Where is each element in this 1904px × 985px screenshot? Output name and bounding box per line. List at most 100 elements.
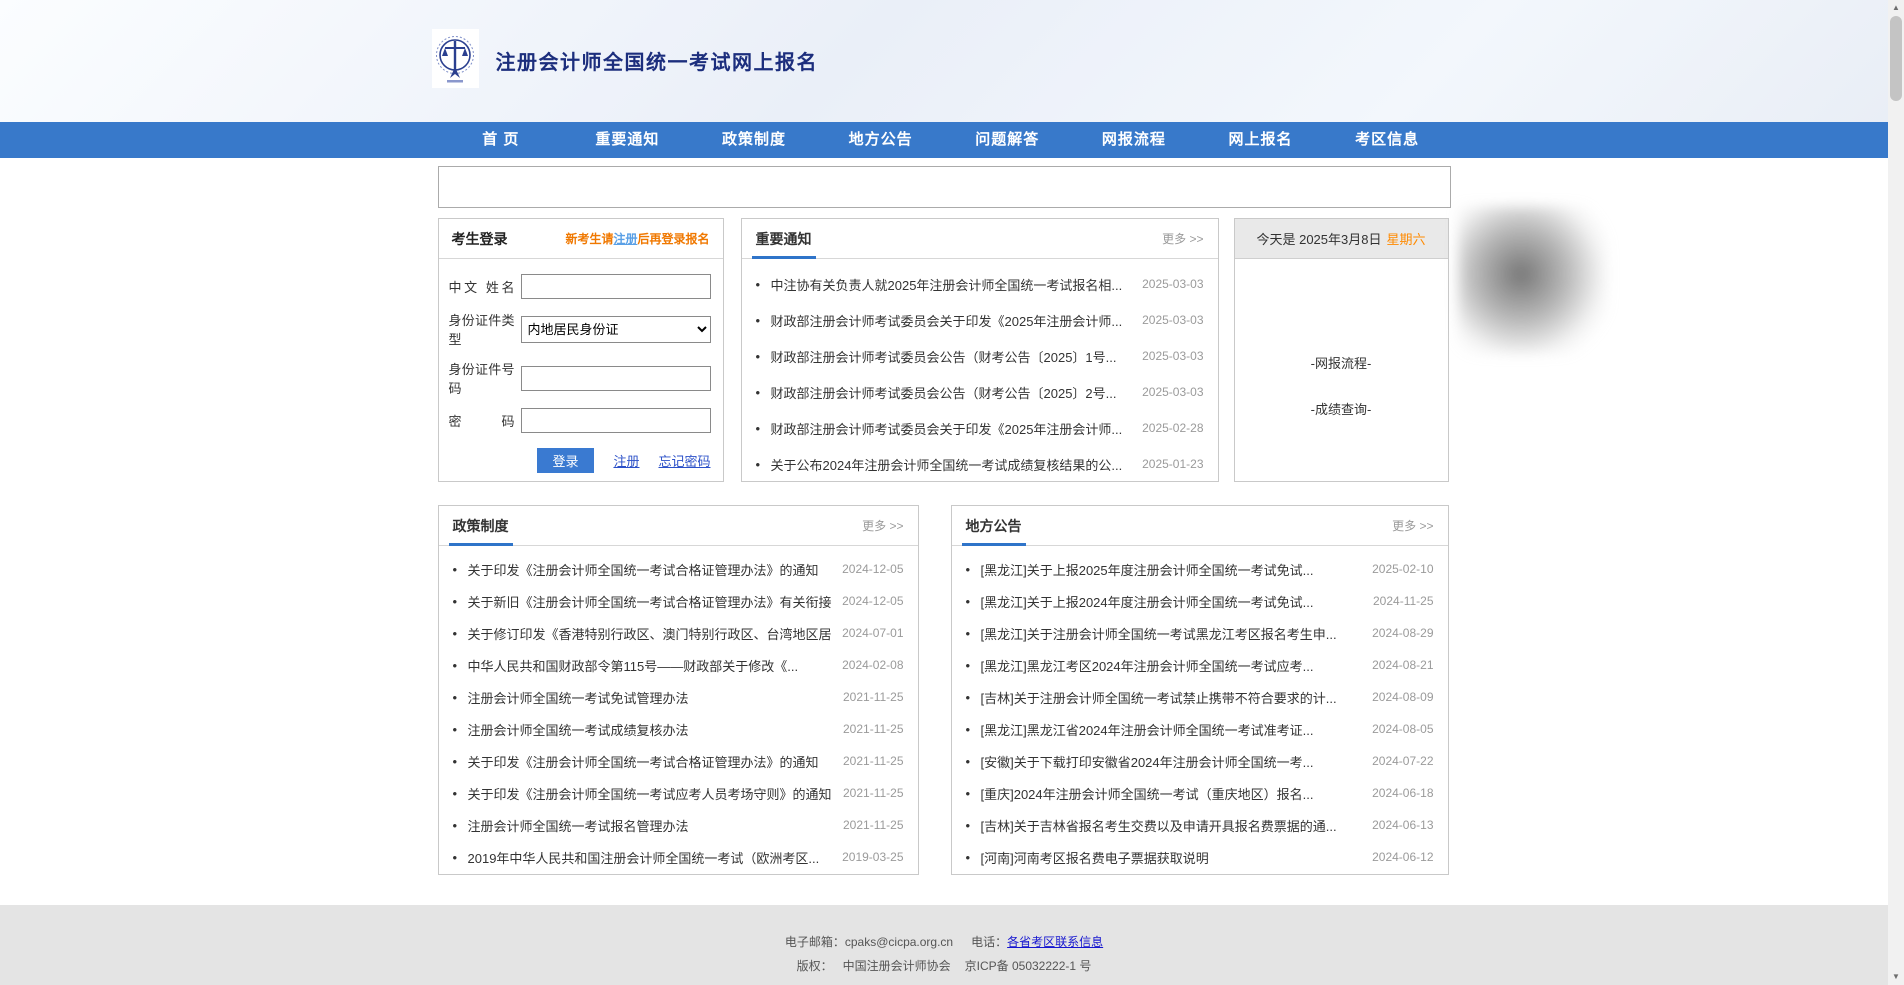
password-input[interactable]	[521, 408, 711, 433]
policies-title-underline	[449, 543, 513, 546]
site-title: 注册会计师全国统一考试网上报名	[496, 46, 819, 75]
local-announcements-panel: 地方公告 更多 >> • [黑龙江]关于上报2025年度注册会计师全国统一考试免…	[951, 505, 1449, 875]
notice-item-link[interactable]: 财政部注册会计师考试委员会关于印发《2025年注册会计师...	[771, 311, 1133, 330]
local-item-date: 2024-08-09	[1372, 690, 1433, 704]
policy-item: • 中华人民共和国财政部令第115号——财政部关于修改《... 2024-02-…	[439, 649, 918, 681]
nav-item[interactable]: 地方公告	[817, 122, 944, 158]
notice-item-date: 2025-03-03	[1142, 349, 1203, 363]
policy-item: • 关于印发《注册会计师全国统一考试合格证管理办法》的通知 2021-11-25	[439, 745, 918, 777]
org-name: 中国注册会计师协会	[843, 959, 951, 973]
scroll-down-arrow-icon[interactable]: ▼	[1888, 969, 1904, 985]
local-item-link[interactable]: [吉林]关于注册会计师全国统一考试禁止携带不符合要求的计...	[981, 688, 1363, 707]
local-item-link[interactable]: [黑龙江]黑龙江省2024年注册会计师全国统一考试准考证...	[981, 720, 1363, 739]
nav-item[interactable]: 首 页	[438, 122, 565, 158]
id-number-input[interactable]	[521, 366, 711, 391]
policy-item-link[interactable]: 2019年中华人民共和国注册会计师全国统一考试（欧洲考区...	[468, 848, 833, 867]
login-subtitle: 新考生请注册后再登录报名	[565, 230, 709, 247]
id-type-select[interactable]: 内地居民身份证	[521, 316, 711, 343]
top-header: 注册会计师全国统一考试网上报名	[0, 0, 1888, 122]
bullet-icon: •	[453, 562, 468, 577]
email-label: 电子邮箱：	[785, 935, 845, 949]
vertical-scrollbar[interactable]: ▲ ▼	[1888, 0, 1904, 985]
policy-item-link[interactable]: 关于印发《注册会计师全国统一考试应考人员考场守则》的通知	[468, 784, 834, 803]
notice-item-link[interactable]: 财政部注册会计师考试委员会关于印发《2025年注册会计师...	[771, 419, 1133, 438]
local-item-link[interactable]: [吉林]关于吉林省报名考生交费以及申请开具报名费票据的通...	[981, 816, 1363, 835]
local-item-link[interactable]: [黑龙江]关于上报2025年度注册会计师全国统一考试免试...	[981, 560, 1363, 579]
local-title-underline	[962, 543, 1026, 546]
email-value: cpaks@cicpa.org.cn	[845, 935, 953, 949]
policy-item-link[interactable]: 关于修订印发《香港特别行政区、澳门特别行政区、台湾地区居...	[468, 624, 833, 643]
policy-item-link[interactable]: 关于新旧《注册会计师全国统一考试合格证管理办法》有关衔接...	[468, 592, 833, 611]
notice-item: • 财政部注册会计师考试委员会关于印发《2025年注册会计师... 2025-0…	[742, 302, 1218, 338]
phone-label: 电话：	[971, 935, 1007, 949]
local-item-date: 2024-08-05	[1372, 722, 1433, 736]
today-date: 今天是 2025年3月8日	[1256, 229, 1381, 248]
policy-item-link[interactable]: 注册会计师全国统一考试免试管理办法	[468, 688, 834, 707]
page: 注册会计师全国统一考试网上报名 首 页 重要通知 政策制度 地方公告 问题解答 …	[0, 0, 1888, 985]
local-item: • [黑龙江]黑龙江省2024年注册会计师全国统一考试准考证... 2024-0…	[952, 713, 1448, 745]
forgot-password-link[interactable]: 忘记密码	[658, 451, 710, 470]
nav-item[interactable]: 网报流程	[1071, 122, 1198, 158]
local-item-link[interactable]: [黑龙江]关于注册会计师全国统一考试黑龙江考区报名考生申...	[981, 624, 1363, 643]
bullet-icon: •	[966, 818, 981, 833]
local-item-link[interactable]: [黑龙江]黑龙江考区2024年注册会计师全国统一考试应考...	[981, 656, 1363, 675]
notices-title-underline	[752, 256, 816, 259]
bullet-icon: •	[966, 786, 981, 801]
contact-info-link[interactable]: 各省考区联系信息	[1007, 935, 1103, 949]
score-quick-link[interactable]: -成绩查询-	[1235, 399, 1448, 418]
notice-item-link[interactable]: 财政部注册会计师考试委员会公告（财考公告〔2025〕1号...	[771, 347, 1133, 366]
local-item-date: 2024-11-25	[1373, 594, 1434, 608]
blurred-qr-image	[1458, 206, 1608, 354]
policies-more-link[interactable]: 更多 >>	[862, 517, 903, 534]
nav-item[interactable]: 政策制度	[691, 122, 818, 158]
policy-item-link[interactable]: 关于印发《注册会计师全国统一考试合格证管理办法》的通知	[468, 752, 834, 771]
bullet-icon: •	[966, 594, 981, 609]
notice-item-link[interactable]: 财政部注册会计师考试委员会公告（财考公告〔2025〕2号...	[771, 383, 1133, 402]
main-nav: 首 页 重要通知 政策制度 地方公告 问题解答 网报流程 网上报名 考区信息	[0, 122, 1888, 158]
nav-item[interactable]: 重要通知	[564, 122, 691, 158]
local-item-link[interactable]: [河南]河南考区报名费电子票据获取说明	[981, 848, 1363, 867]
copyright-label: 版权：	[797, 959, 833, 973]
register-inline-link[interactable]: 注册	[613, 232, 637, 246]
notice-item: • 关于公布2024年注册会计师全国统一考试成绩复核结果的公... 2025-0…	[742, 446, 1218, 482]
notice-item: • 财政部注册会计师考试委员会公告（财考公告〔2025〕1号... 2025-0…	[742, 338, 1218, 374]
policy-item: • 2019年中华人民共和国注册会计师全国统一考试（欧洲考区... 2019-0…	[439, 841, 918, 873]
local-item: • [河南]河南考区报名费电子票据获取说明 2024-06-12	[952, 841, 1448, 873]
policy-item: • 注册会计师全国统一考试免试管理办法 2021-11-25	[439, 681, 918, 713]
policy-item-date: 2021-11-25	[843, 786, 904, 800]
local-item-date: 2025-02-10	[1372, 562, 1433, 576]
local-item: • [安徽]关于下载打印安徽省2024年注册会计师全国统一考... 2024-0…	[952, 745, 1448, 777]
bullet-icon: •	[453, 754, 468, 769]
local-more-link[interactable]: 更多 >>	[1392, 517, 1433, 534]
scroll-up-arrow-icon[interactable]: ▲	[1888, 0, 1904, 16]
notice-item-date: 2025-01-23	[1142, 457, 1203, 471]
nav-item[interactable]: 网上报名	[1197, 122, 1324, 158]
bullet-icon: •	[453, 626, 468, 641]
policy-item-date: 2021-11-25	[843, 690, 904, 704]
notices-more-link[interactable]: 更多 >>	[1162, 230, 1203, 247]
login-button[interactable]: 登录	[537, 448, 595, 473]
flow-quick-link[interactable]: -网报流程-	[1235, 353, 1448, 372]
local-item-link[interactable]: [安徽]关于下载打印安徽省2024年注册会计师全国统一考...	[981, 752, 1363, 771]
local-item-date: 2024-06-12	[1372, 850, 1433, 864]
notice-item-link[interactable]: 中注协有关负责人就2025年注册会计师全国统一考试报名相...	[771, 275, 1133, 294]
policy-item-link[interactable]: 中华人民共和国财政部令第115号——财政部关于修改《...	[468, 656, 833, 675]
local-item-link[interactable]: [重庆]2024年注册会计师全国统一考试（重庆地区）报名...	[981, 784, 1363, 803]
today-weekday: 星期六	[1386, 229, 1425, 248]
local-item-link[interactable]: [黑龙江]关于上报2024年度注册会计师全国统一考试免试...	[981, 592, 1364, 611]
policies-panel: 政策制度 更多 >> • 关于印发《注册会计师全国统一考试合格证管理办法》的通知…	[438, 505, 919, 875]
policy-item-link[interactable]: 注册会计师全国统一考试报名管理办法	[468, 816, 834, 835]
notices-title: 重要通知	[756, 229, 812, 249]
policy-item-link[interactable]: 注册会计师全国统一考试成绩复核办法	[468, 720, 834, 739]
name-input[interactable]	[521, 274, 711, 299]
nav-item[interactable]: 问题解答	[944, 122, 1071, 158]
register-link[interactable]: 注册	[613, 451, 639, 470]
bullet-icon: •	[966, 754, 981, 769]
nav-item[interactable]: 考区信息	[1324, 122, 1451, 158]
scrollbar-thumb[interactable]	[1890, 16, 1902, 101]
name-label: 中文 姓名	[449, 277, 521, 296]
policy-item-link[interactable]: 关于印发《注册会计师全国统一考试合格证管理办法》的通知	[468, 560, 833, 579]
bullet-icon: •	[453, 818, 468, 833]
notice-item-link[interactable]: 关于公布2024年注册会计师全国统一考试成绩复核结果的公...	[771, 455, 1133, 474]
policy-item: • 关于新旧《注册会计师全国统一考试合格证管理办法》有关衔接... 2024-1…	[439, 585, 918, 617]
